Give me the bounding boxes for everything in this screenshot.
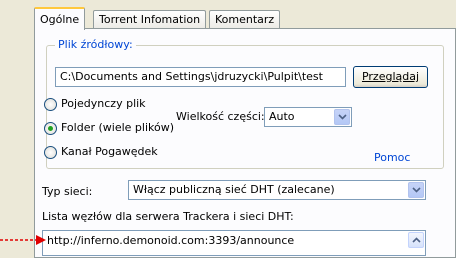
- piece-size-value: Auto: [269, 110, 295, 123]
- tracker-nodes-label: Lista węzłów dla serwera Trackera i siec…: [42, 210, 294, 223]
- tab-comment-label: Komentarz: [215, 13, 275, 26]
- source-file-group-label: Plik źródłowy:: [55, 38, 136, 52]
- folder-radio[interactable]: [44, 122, 57, 135]
- chat-channel-label: Kanał Pogawędek: [61, 145, 158, 158]
- help-link[interactable]: Pomoc: [374, 151, 410, 165]
- folder-label: Folder (wiele plików): [61, 121, 175, 134]
- annotation-arrow-icon: [0, 235, 46, 245]
- scroll-up-button[interactable]: [408, 232, 424, 248]
- single-file-label: Pojedynczy plik: [61, 97, 146, 110]
- network-type-label: Typ sieci:: [42, 185, 93, 198]
- network-type-value: Włącz publiczną sieć DHT (zalecane): [133, 183, 335, 196]
- piece-size-select[interactable]: Auto: [264, 107, 352, 127]
- browse-button[interactable]: Przeglądaj: [353, 66, 428, 88]
- tracker-nodes-textarea[interactable]: http://inferno.demonoid.com:3393/announc…: [42, 230, 426, 256]
- tracker-nodes-value: http://inferno.demonoid.com:3393/announc…: [47, 234, 295, 247]
- browse-button-label: Przeglądaj: [361, 70, 420, 83]
- tab-general[interactable]: Ogólne: [34, 7, 86, 30]
- tab-torrent-information[interactable]: Torrent Infomation: [93, 10, 207, 28]
- piece-size-label: Wielkość części:: [176, 110, 265, 123]
- chevron-down-icon: [412, 187, 421, 193]
- tab-comment[interactable]: Komentarz: [209, 10, 281, 28]
- piece-size-dropdown-button[interactable]: [334, 109, 350, 125]
- chevron-up-icon: [412, 237, 421, 243]
- single-file-radio[interactable]: [44, 98, 57, 111]
- tab-torrent-information-label: Torrent Infomation: [99, 13, 201, 26]
- network-type-dropdown-button[interactable]: [408, 182, 424, 198]
- chat-channel-radio[interactable]: [44, 146, 57, 159]
- network-type-select[interactable]: Włącz publiczną sieć DHT (zalecane): [128, 180, 426, 200]
- source-path-input[interactable]: C:\Documents and Settings\jdruzycki\Pulp…: [55, 67, 346, 87]
- tab-general-label: Ogólne: [40, 13, 80, 26]
- chevron-down-icon: [338, 114, 347, 120]
